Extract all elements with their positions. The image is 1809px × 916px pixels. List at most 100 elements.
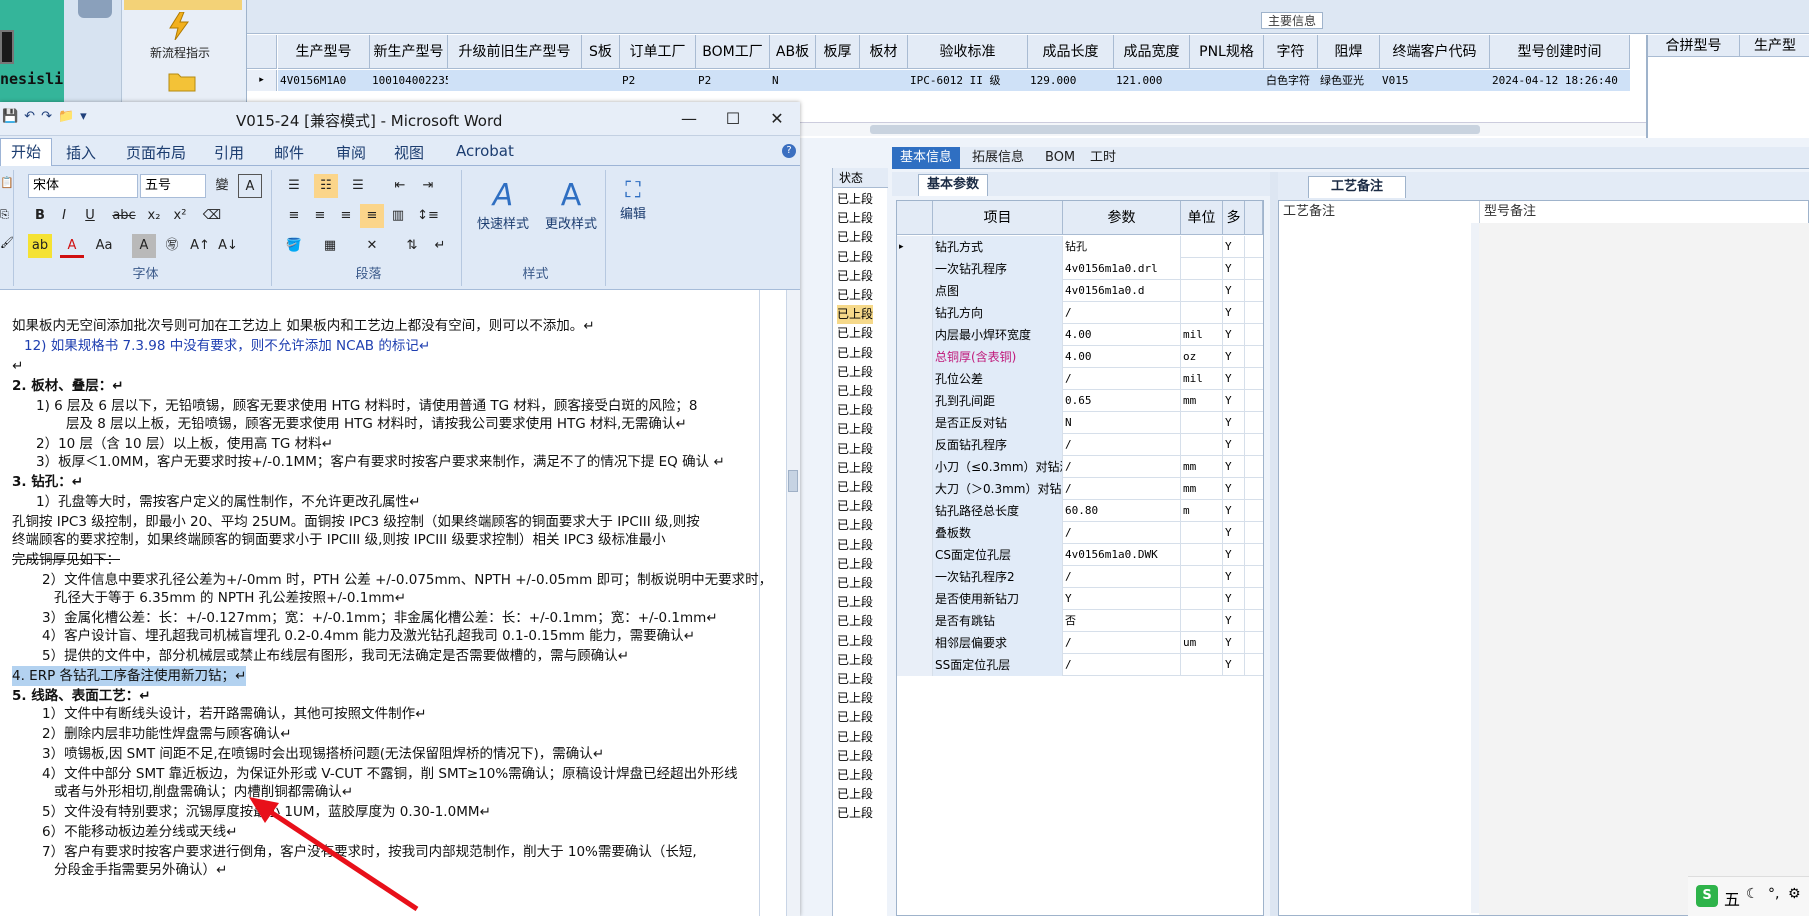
change-case-icon[interactable]: Aa <box>92 234 116 258</box>
row-selector[interactable] <box>897 346 933 368</box>
status-cell[interactable]: 已上段 <box>837 593 873 612</box>
status-cell[interactable]: 已上段 <box>837 804 873 823</box>
param-row[interactable]: 孔到孔间距 0.65 mm Y <box>897 390 1263 412</box>
row-selector[interactable] <box>897 478 933 500</box>
param-flag[interactable]: Y <box>1223 610 1245 632</box>
row-cell-4[interactable]: P2 <box>620 70 696 91</box>
param-value[interactable]: 4v0156m1a0.d <box>1063 280 1181 302</box>
param-unit[interactable] <box>1181 610 1223 632</box>
enclose-char-icon[interactable]: ㊢ <box>160 234 184 258</box>
row-cell-1[interactable]: 10010400223507 <box>370 70 448 91</box>
status-cell[interactable]: 已上段 <box>837 420 873 439</box>
status-cell[interactable]: 已上段 <box>837 536 873 555</box>
quick-styles-button[interactable]: A 快速样式 <box>470 178 536 232</box>
param-flag[interactable]: Y <box>1223 544 1245 566</box>
param-name[interactable]: 大刀（＞0.3mm）对钻深度 <box>933 478 1063 500</box>
row-cell-0[interactable]: 4V0156M1A0 <box>278 70 370 91</box>
col-header-10[interactable]: 成品长度 <box>1028 35 1114 69</box>
param-name[interactable]: 一次钻孔程序 <box>933 258 1063 280</box>
production-model-header[interactable]: 生产型 <box>1740 35 1809 57</box>
chinese-layout-icon[interactable]: ✕ <box>360 234 384 258</box>
param-flag[interactable]: Y <box>1223 368 1245 390</box>
param-unit[interactable]: mil <box>1181 368 1223 390</box>
underline-icon[interactable]: U <box>78 204 102 228</box>
document-line[interactable]: 孔径大于等于 6.35mm 的 NPTH 孔公差按照+/-0.1mm↵ <box>54 588 406 608</box>
col-header-8[interactable]: 板材 <box>860 35 908 69</box>
close-button[interactable]: ✕ <box>756 106 798 132</box>
param-row[interactable]: 大刀（＞0.3mm）对钻深度/mmY <box>897 478 1263 500</box>
document-line[interactable]: 1) 6 层及 6 层以下，无铅喷锡，顾客无要求使用 HTG 材料时，请使用普通… <box>36 396 698 416</box>
scrollbar-thumb[interactable] <box>870 125 1480 134</box>
char-shading-icon[interactable]: A <box>132 234 156 258</box>
bullets-icon[interactable]: ☰ <box>282 174 306 198</box>
param-name[interactable]: 叠板数 <box>933 522 1063 544</box>
param-unit[interactable]: mm <box>1181 478 1223 500</box>
clear-format-icon[interactable]: ⌫ <box>200 204 224 228</box>
param-row[interactable]: 反面钻孔程序 / Y <box>897 434 1263 456</box>
status-cell[interactable]: 已上段 <box>837 689 873 708</box>
row-cell-15[interactable]: V015 <box>1380 70 1490 91</box>
col-header-1[interactable]: 新生产型号 <box>370 35 448 69</box>
row-cell-13[interactable]: 白色字符 <box>1264 70 1318 91</box>
model-notes-header[interactable]: 型号备注 <box>1479 201 1799 223</box>
param-name[interactable]: SS面定位孔层 <box>933 654 1063 676</box>
status-cell[interactable]: 已上段 <box>837 478 873 497</box>
merge-model-header[interactable]: 合拼型号 <box>1648 35 1740 57</box>
param-flag[interactable]: Y <box>1223 566 1245 588</box>
param-row[interactable]: 钻孔方向 / Y <box>897 302 1263 324</box>
status-cell[interactable]: 已上段 <box>837 612 873 631</box>
char-border-icon[interactable]: A <box>238 174 262 198</box>
tab-home[interactable]: 开始 <box>0 138 52 166</box>
numbering-icon[interactable]: ☷ <box>314 174 338 198</box>
row-selector[interactable] <box>897 258 933 280</box>
param-flag[interactable]: Y <box>1223 302 1245 324</box>
tab-review[interactable]: 审阅 <box>336 142 366 163</box>
line-spacing-icon[interactable]: ↕≡ <box>416 204 440 228</box>
status-cell[interactable]: 已上段 <box>837 382 873 401</box>
row-cell-10[interactable]: 129.000 <box>1028 70 1114 91</box>
document-line[interactable]: 3）金属化槽公差：长：+/-0.127mm；宽：+/-0.1mm；非金属化槽公差… <box>42 608 718 628</box>
col-param-header[interactable]: 参数 <box>1063 201 1181 235</box>
param-unit[interactable] <box>1181 236 1223 258</box>
lightning-icon[interactable] <box>168 12 190 40</box>
folder-icon[interactable] <box>168 70 196 92</box>
document-line[interactable]: 2）文件信息中要求孔径公差为+/-0mm 时，PTH 公差 +/-0.075mm… <box>42 570 772 590</box>
row-selector[interactable] <box>897 632 933 654</box>
col-header-2[interactable]: 升级前旧生产型号 <box>448 35 582 69</box>
row-selector[interactable] <box>897 522 933 544</box>
row-selector[interactable] <box>897 544 933 566</box>
editing-button[interactable]: ⛶ 编辑 <box>610 178 656 222</box>
param-flag[interactable]: Y <box>1223 346 1245 368</box>
param-row[interactable]: 一次钻孔程序2/ Y <box>897 566 1263 588</box>
status-cell[interactable]: 已上段 <box>837 574 873 593</box>
highlight-icon[interactable]: ab <box>28 234 52 258</box>
tab-view[interactable]: 视图 <box>394 142 424 163</box>
document-line[interactable]: 3）板厚＜1.0MM，客户无要求时按+/-0.1MM；客户有要求时按客户要求来制… <box>36 452 725 472</box>
param-value[interactable]: / <box>1063 632 1181 654</box>
param-row[interactable]: 是否使用新钻刀 Y Y <box>897 588 1263 610</box>
param-unit[interactable] <box>1181 258 1223 280</box>
decrease-indent-icon[interactable]: ⇤ <box>388 174 412 198</box>
row-cell-5[interactable]: P2 <box>696 70 770 91</box>
param-unit[interactable] <box>1181 566 1223 588</box>
document-line[interactable]: 2）10 层（含 10 层）以上板，使用高 TG 材料↵ <box>36 434 333 454</box>
col-header-0[interactable]: 生产型号 <box>278 35 370 69</box>
param-flag[interactable]: Y <box>1223 632 1245 654</box>
tab-basic-params[interactable]: 基本参数 <box>918 174 988 196</box>
maximize-button[interactable]: ☐ <box>712 106 754 132</box>
param-value[interactable]: / <box>1063 302 1181 324</box>
status-cell[interactable]: 已上段 <box>837 670 873 689</box>
status-cell[interactable]: 已上段 <box>837 651 873 670</box>
status-cell[interactable]: 已上段 <box>837 190 873 209</box>
ime-mode[interactable]: 五 <box>1724 886 1740 910</box>
col-unit-header[interactable]: 单位 <box>1181 201 1223 235</box>
param-name[interactable]: 是否使用新钻刀 <box>933 588 1063 610</box>
minimize-button[interactable]: — <box>668 106 710 132</box>
col-header-7[interactable]: 板厚 <box>816 35 860 69</box>
status-cell[interactable]: 已上段 <box>837 728 873 747</box>
param-row[interactable]: 总铜厚(含表铜) 4.00 oz Y <box>897 346 1263 368</box>
status-cell[interactable]: 已上段 <box>837 785 873 804</box>
param-value[interactable]: / <box>1063 478 1181 500</box>
status-cell[interactable]: 已上段 <box>837 516 873 535</box>
param-unit[interactable]: oz <box>1181 346 1223 368</box>
